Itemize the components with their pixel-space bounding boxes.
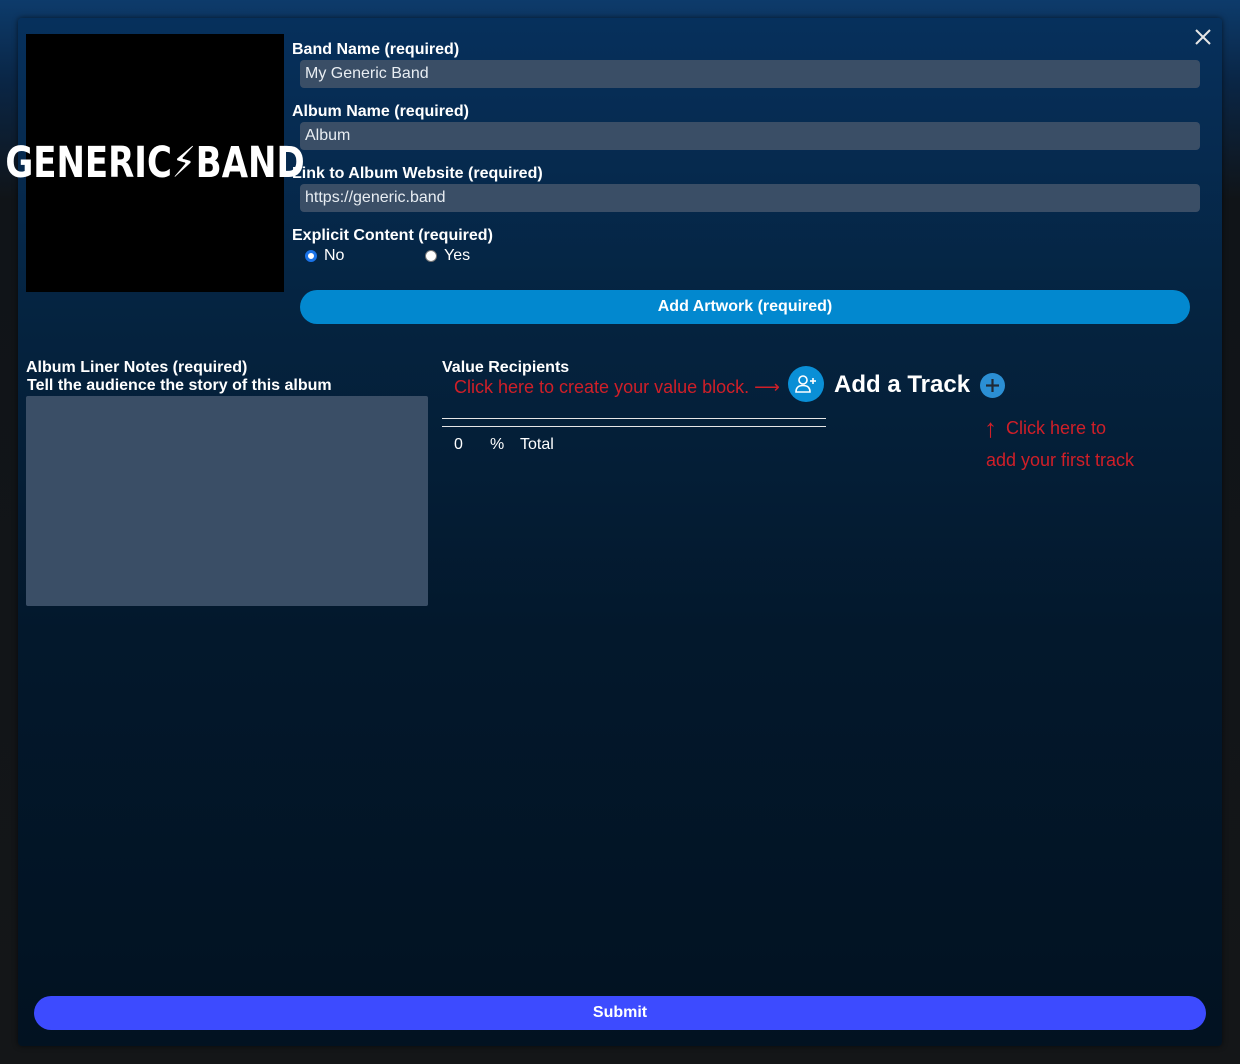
radio-yes[interactable] <box>425 250 437 262</box>
explicit-option-yes[interactable]: Yes <box>425 246 470 266</box>
radio-yes-label: Yes <box>444 247 471 264</box>
create-value-block-button[interactable] <box>788 366 824 402</box>
explicit-option-no[interactable]: No <box>305 246 344 266</box>
total-percent-value: 0 <box>454 436 463 453</box>
album-link-label: Link to Album Website (required) <box>292 165 543 182</box>
total-label: Total <box>520 436 554 453</box>
album-artwork: GENERIC⚡BAND <box>5 34 305 292</box>
album-name-label: Album Name (required) <box>292 103 469 120</box>
add-track-label: Add a Track <box>834 371 971 398</box>
recipients-divider-bottom <box>442 426 826 427</box>
track-hint-line2: add your first track <box>986 450 1135 470</box>
submit-button[interactable]: Submit <box>34 996 1206 1030</box>
user-add-icon <box>795 375 816 393</box>
liner-notes-sublabel: Tell the audience the story of this albu… <box>27 377 332 394</box>
radio-no[interactable] <box>305 250 317 262</box>
close-button[interactable] <box>1192 26 1214 48</box>
artwork-logo-text: GENERIC⚡BAND <box>5 138 305 188</box>
explicit-content-label: Explicit Content (required) <box>292 227 493 244</box>
band-name-field[interactable] <box>300 60 1200 88</box>
add-track-button[interactable] <box>980 373 1005 398</box>
liner-notes-textarea[interactable] <box>26 396 428 606</box>
value-block-hint: Click here to create your value block. ⟶ <box>454 377 780 397</box>
value-recipients-label: Value Recipients <box>442 359 570 376</box>
album-link-field[interactable] <box>300 184 1200 212</box>
radio-no-label: No <box>324 247 345 264</box>
track-hint-line1: Click here to <box>1006 418 1107 438</box>
plus-icon <box>986 379 999 392</box>
add-artwork-button[interactable]: Add Artwork (required) <box>300 290 1190 324</box>
total-percent-unit: % <box>490 436 505 453</box>
recipients-divider-top <box>442 418 826 419</box>
band-name-label: Band Name (required) <box>292 41 460 58</box>
track-hint-arrow: ↑ <box>984 413 997 443</box>
liner-notes-label: Album Liner Notes (required) <box>26 359 248 376</box>
close-icon <box>1195 29 1211 45</box>
album-name-field[interactable] <box>300 122 1200 150</box>
